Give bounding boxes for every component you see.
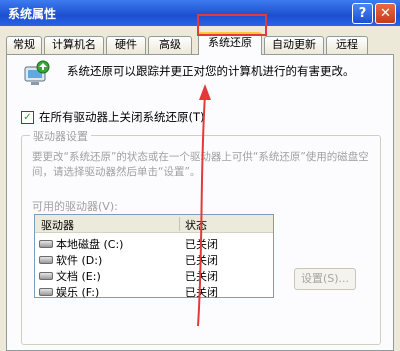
drive-row[interactable]: 文档 (E:) 已关闭 [35, 267, 273, 283]
tab-computer-name[interactable]: 计算机名 [44, 36, 104, 54]
column-header-status[interactable]: 状态 [185, 217, 207, 233]
window-title: 系统属性 [8, 7, 57, 21]
drive-name: 软件 (D:) [56, 254, 103, 267]
settings-button[interactable]: 设置(S)... [294, 268, 356, 290]
drive-cell: 娱乐 (F:) [39, 284, 99, 300]
column-header-drive[interactable]: 驱动器 [41, 217, 74, 233]
drive-name: 文档 (E:) [56, 270, 101, 283]
drive-row[interactable]: 娱乐 (F:) 已关闭 [35, 283, 273, 299]
drive-cell: 本地磁盘 (C:) [39, 236, 123, 252]
help-button[interactable]: ? [352, 3, 373, 24]
tab-remote[interactable]: 远程 [326, 36, 368, 54]
drive-name: 本地磁盘 (C:) [56, 238, 124, 251]
hard-drive-icon [39, 272, 53, 280]
hard-drive-icon [39, 256, 53, 264]
drive-row[interactable]: 软件 (D:) 已关闭 [35, 251, 273, 267]
tab-advanced[interactable]: 高级 [148, 36, 192, 54]
drives-list-header: 驱动器 状态 [35, 215, 273, 233]
drive-status: 已关闭 [185, 286, 218, 299]
hard-drive-icon [39, 240, 53, 248]
column-divider [179, 217, 180, 231]
system-restore-icon [24, 60, 50, 85]
drive-settings-description: 要更改“系统还原”的状态或在一个驱动器上可供“系统还原”使用的磁盘空间，请选择驱… [32, 151, 369, 178]
drive-cell: 软件 (D:) [39, 252, 102, 268]
drive-settings-group: 驱动器设置 要更改“系统还原”的状态或在一个驱动器上可供“系统还原”使用的磁盘空… [21, 128, 381, 345]
tab-hardware[interactable]: 硬件 [106, 36, 146, 54]
system-restore-panel: 系统还原可以跟踪并更正对您的计算机进行的有害更改。 ✓ 在所有驱动器上关闭系统还… [6, 54, 394, 351]
close-button[interactable]: ✕ [375, 3, 396, 24]
system-restore-description: 系统还原可以跟踪并更正对您的计算机进行的有害更改。 [67, 64, 355, 78]
drive-status: 已关闭 [185, 254, 218, 267]
title-bar: 系统属性 ? ✕ [0, 0, 400, 26]
available-drives-label: 可用的驱动器(V): [32, 200, 118, 213]
disable-all-checkbox[interactable]: ✓ [21, 110, 34, 124]
drives-list[interactable]: 驱动器 状态 本地磁盘 (C:) 已关闭 软件 (D:) 已关闭 文档 (E:)… [34, 214, 274, 299]
tab-system-restore[interactable]: 系统还原 [198, 32, 262, 55]
tab-strip: 常规 计算机名 硬件 高级 系统还原 自动更新 远程 [6, 30, 396, 55]
tab-automatic-updates[interactable]: 自动更新 [264, 36, 324, 54]
drive-status: 已关闭 [185, 270, 218, 283]
drive-cell: 文档 (E:) [39, 268, 101, 284]
tab-general[interactable]: 常规 [6, 36, 42, 54]
hard-drive-icon [39, 288, 53, 296]
drive-row[interactable]: 本地磁盘 (C:) 已关闭 [35, 235, 273, 251]
disable-all-row[interactable]: ✓ 在所有驱动器上关闭系统还原(T) [21, 109, 205, 125]
drive-name: 娱乐 (F:) [56, 286, 100, 299]
drive-status: 已关闭 [185, 238, 218, 251]
disable-all-label[interactable]: 在所有驱动器上关闭系统还原(T) [39, 109, 205, 125]
drive-settings-title: 驱动器设置 [30, 128, 91, 144]
